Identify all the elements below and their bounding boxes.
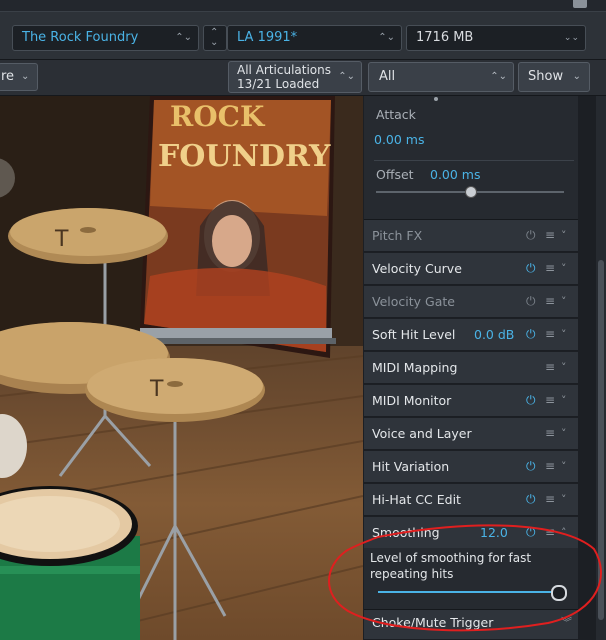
menu-lines-icon[interactable]: ≡ bbox=[545, 484, 555, 515]
menu-lines-icon[interactable]: ≡ bbox=[545, 253, 555, 284]
preset-stepper[interactable]: ⌃ ⌄ bbox=[203, 25, 227, 51]
module-row-voice-and-layer[interactable]: Voice and Layer ≡ ˅ bbox=[364, 418, 578, 450]
window-top-strip bbox=[0, 0, 606, 12]
rock-foundry-poster: ROCK FOUNDRY bbox=[136, 96, 336, 358]
menu-lines-icon[interactable]: ≡ bbox=[545, 352, 555, 383]
filter-select[interactable]: All ⌃⌄ bbox=[368, 62, 514, 92]
section-divider bbox=[374, 160, 574, 161]
memory-select[interactable]: 1716 MB ⌄⌄ bbox=[406, 25, 586, 51]
module-row-hit-variation[interactable]: Hit Variation ⏻ ≡ ˅ bbox=[364, 451, 578, 483]
power-icon[interactable]: ⏻ bbox=[526, 319, 536, 350]
double-chevron-icon[interactable]: ˅ bbox=[561, 286, 567, 317]
updown-caret-icon: ⌃⌄ bbox=[175, 32, 192, 43]
power-icon[interactable]: ⏻ bbox=[526, 253, 536, 284]
power-icon[interactable]: ⏻ bbox=[526, 286, 536, 317]
view-dropdown[interactable]: re ⌄ bbox=[0, 63, 38, 91]
module-row-midi-monitor[interactable]: MIDI Monitor ⏻ ≡ ˅ bbox=[364, 385, 578, 417]
double-chevron-down-icon: ⌄⌄ bbox=[563, 33, 579, 43]
power-icon[interactable]: ⏻ bbox=[526, 385, 536, 416]
poster-title-bottom: FOUNDRY bbox=[158, 139, 331, 174]
double-chevron-icon[interactable]: ˅ bbox=[561, 418, 567, 449]
drum-kit-illustration: ROCK FOUNDRY T T bbox=[0, 96, 363, 640]
module-row-pitch-fx[interactable]: Pitch FX ⏻ ≡ ˅ bbox=[364, 220, 578, 252]
offset-value[interactable]: 0.00 ms bbox=[430, 167, 481, 182]
envelope-section: Attack 0.00 ms Offset 0.00 ms bbox=[364, 96, 578, 220]
library-name: The Rock Foundry bbox=[22, 30, 139, 45]
module-row-velocity-gate[interactable]: Velocity Gate ⏻ ≡ ˅ bbox=[364, 286, 578, 318]
menu-lines-icon[interactable]: ≡ bbox=[545, 286, 555, 317]
articulations-select[interactable]: All Articulations 13/21 Loaded ⌃⌄ bbox=[228, 61, 362, 93]
module-label: Hi-Hat CC Edit bbox=[372, 492, 461, 507]
double-chevron-icon[interactable]: ˅ bbox=[561, 451, 567, 482]
power-icon[interactable]: ⏻ bbox=[526, 451, 536, 482]
menu-lines-icon[interactable]: ≡ bbox=[545, 220, 555, 251]
module-label: Velocity Curve bbox=[372, 261, 462, 276]
module-row-soft-hit-level[interactable]: Soft Hit Level 0.0 dB ⏻ ≡ ˅ bbox=[364, 319, 578, 351]
menu-lines-icon[interactable]: ≡ bbox=[545, 319, 555, 350]
filter-label: All bbox=[379, 69, 396, 84]
double-chevron-icon[interactable]: ˅ bbox=[561, 220, 567, 251]
module-label: Soft Hit Level bbox=[372, 327, 456, 342]
svg-text:T: T bbox=[54, 227, 69, 252]
memory-usage: 1716 MB bbox=[416, 30, 474, 45]
preset-select[interactable]: LA 1991* ⌃⌄ bbox=[227, 25, 402, 51]
module-label: Velocity Gate bbox=[372, 294, 455, 309]
articulations-label: All Articulations bbox=[237, 63, 332, 77]
double-chevron-icon[interactable]: ˅ bbox=[561, 352, 567, 383]
svg-text:T: T bbox=[149, 377, 164, 402]
module-value[interactable]: 0.0 dB bbox=[474, 319, 514, 350]
preset-name: LA 1991* bbox=[237, 30, 298, 45]
module-row-hi-hat-cc-edit[interactable]: Hi-Hat CC Edit ⏻ ≡ ˅ bbox=[364, 484, 578, 516]
chevron-down-icon: ⌄ bbox=[572, 71, 581, 82]
chevron-down-icon: ⌄ bbox=[21, 71, 30, 82]
module-label: Hit Variation bbox=[372, 459, 450, 474]
module-label: Voice and Layer bbox=[372, 426, 472, 441]
show-label: Show bbox=[528, 69, 564, 84]
slider-marker bbox=[434, 97, 438, 101]
updown-caret-icon: ⌃⌄ bbox=[378, 32, 395, 43]
power-icon[interactable]: ⏻ bbox=[526, 484, 536, 515]
module-row-midi-mapping[interactable]: MIDI Mapping ≡ ˅ bbox=[364, 352, 578, 384]
attack-label: Attack bbox=[376, 107, 416, 122]
module-row-velocity-curve[interactable]: Velocity Curve ⏻ ≡ ˅ bbox=[364, 253, 578, 285]
menu-lines-icon[interactable]: ≡ bbox=[545, 385, 555, 416]
menu-lines-icon[interactable]: ≡ bbox=[545, 451, 555, 482]
updown-caret-icon: ⌃⌄ bbox=[490, 71, 507, 82]
module-label: MIDI Monitor bbox=[372, 393, 452, 408]
updown-caret-icon: ⌃⌄ bbox=[338, 71, 355, 82]
library-select[interactable]: The Rock Foundry ⌃⌄ bbox=[12, 25, 199, 51]
module-label: MIDI Mapping bbox=[372, 360, 458, 375]
show-dropdown[interactable]: Show ⌄ bbox=[518, 62, 590, 92]
window-control-icon[interactable] bbox=[573, 0, 587, 8]
offset-slider-handle[interactable] bbox=[465, 186, 477, 198]
drum-kit-view[interactable]: ROCK FOUNDRY T T bbox=[0, 96, 363, 640]
annotation-circle bbox=[328, 524, 602, 632]
double-chevron-icon[interactable]: ˅ bbox=[561, 385, 567, 416]
power-icon[interactable]: ⏻ bbox=[526, 220, 536, 251]
menu-lines-icon[interactable]: ≡ bbox=[545, 418, 555, 449]
articulations-loaded-count: 13/21 Loaded bbox=[237, 77, 320, 91]
poster-title-top: ROCK bbox=[170, 100, 266, 133]
drums bbox=[0, 414, 140, 640]
view-dropdown-label: re bbox=[1, 69, 15, 84]
double-chevron-icon[interactable]: ˅ bbox=[561, 484, 567, 515]
double-chevron-icon[interactable]: ˅ bbox=[561, 319, 567, 350]
double-chevron-icon[interactable]: ˅ bbox=[561, 253, 567, 284]
module-label: Pitch FX bbox=[372, 228, 423, 243]
chevron-down-icon[interactable]: ⌄ bbox=[210, 31, 218, 55]
offset-label: Offset bbox=[376, 167, 414, 182]
attack-value[interactable]: 0.00 ms bbox=[374, 132, 425, 147]
